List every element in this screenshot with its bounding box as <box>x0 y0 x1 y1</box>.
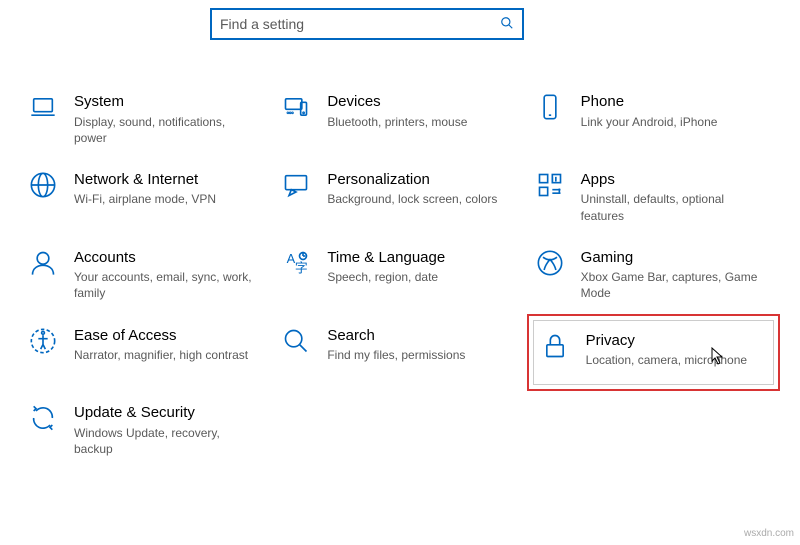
tile-apps[interactable]: Apps Uninstall, defaults, optional featu… <box>527 158 780 236</box>
devices-icon <box>281 92 311 122</box>
tile-title: Apps <box>581 170 762 190</box>
watermark: wsxdn.com <box>744 528 794 539</box>
apps-icon <box>535 170 565 200</box>
tile-search[interactable]: Search Find my files, permissions <box>273 314 526 392</box>
laptop-icon <box>28 92 58 122</box>
tile-system[interactable]: System Display, sound, notifications, po… <box>20 80 273 158</box>
tile-title: Gaming <box>581 248 762 268</box>
user-icon <box>28 248 58 278</box>
search-input[interactable] <box>220 16 500 32</box>
search-wrap <box>0 0 800 40</box>
tile-desc: Your accounts, email, sync, work, family <box>74 269 255 301</box>
tile-desc: Bluetooth, printers, mouse <box>327 114 508 130</box>
lock-icon <box>540 331 570 361</box>
highlight-privacy: Privacy Location, camera, microphone <box>527 314 780 392</box>
magnifier-icon <box>281 326 311 356</box>
tile-desc: Narrator, magnifier, high contrast <box>74 347 255 363</box>
translate-icon: A字 <box>281 248 311 278</box>
tile-title: System <box>74 92 255 112</box>
tile-title: Update & Security <box>74 403 255 423</box>
cursor-icon <box>711 347 725 368</box>
tile-desc: Xbox Game Bar, captures, Game Mode <box>581 269 762 301</box>
xbox-icon <box>535 248 565 278</box>
paintbrush-icon <box>281 170 311 200</box>
tile-desc: Display, sound, notifications, power <box>74 114 255 146</box>
tile-desc: Windows Update, recovery, backup <box>74 425 255 457</box>
tile-title: Ease of Access <box>74 326 255 346</box>
tile-title: Privacy <box>586 331 757 351</box>
tile-title: Network & Internet <box>74 170 255 190</box>
tile-desc: Location, camera, microphone <box>586 352 757 368</box>
tile-desc: Find my files, permissions <box>327 347 508 363</box>
tile-ease-of-access[interactable]: Ease of Access Narrator, magnifier, high… <box>20 314 273 392</box>
phone-icon <box>535 92 565 122</box>
tile-desc: Wi-Fi, airplane mode, VPN <box>74 191 255 207</box>
sync-icon <box>28 403 58 433</box>
tile-title: Accounts <box>74 248 255 268</box>
tile-desc: Link your Android, iPhone <box>581 114 762 130</box>
tile-title: Phone <box>581 92 762 112</box>
search-box[interactable] <box>210 8 524 40</box>
tile-title: Search <box>327 326 508 346</box>
tile-privacy[interactable]: Privacy Location, camera, microphone <box>540 329 767 371</box>
globe-icon <box>28 170 58 200</box>
accessibility-icon <box>28 326 58 356</box>
tile-update-security[interactable]: Update & Security Windows Update, recove… <box>20 391 273 469</box>
tile-title: Devices <box>327 92 508 112</box>
tile-desc: Uninstall, defaults, optional features <box>581 191 762 223</box>
tile-desc: Background, lock screen, colors <box>327 191 508 207</box>
search-icon <box>500 16 514 33</box>
svg-text:字: 字 <box>295 260 308 275</box>
tile-desc: Speech, region, date <box>327 269 508 285</box>
settings-grid: System Display, sound, notifications, po… <box>0 40 800 469</box>
tile-personalization[interactable]: Personalization Background, lock screen,… <box>273 158 526 236</box>
tile-phone[interactable]: Phone Link your Android, iPhone <box>527 80 780 158</box>
tile-network[interactable]: Network & Internet Wi-Fi, airplane mode,… <box>20 158 273 236</box>
tile-time-language[interactable]: A字 Time & Language Speech, region, date <box>273 236 526 314</box>
tile-accounts[interactable]: Accounts Your accounts, email, sync, wor… <box>20 236 273 314</box>
tile-title: Personalization <box>327 170 508 190</box>
tile-title: Time & Language <box>327 248 508 268</box>
tile-devices[interactable]: Devices Bluetooth, printers, mouse <box>273 80 526 158</box>
tile-gaming[interactable]: Gaming Xbox Game Bar, captures, Game Mod… <box>527 236 780 314</box>
